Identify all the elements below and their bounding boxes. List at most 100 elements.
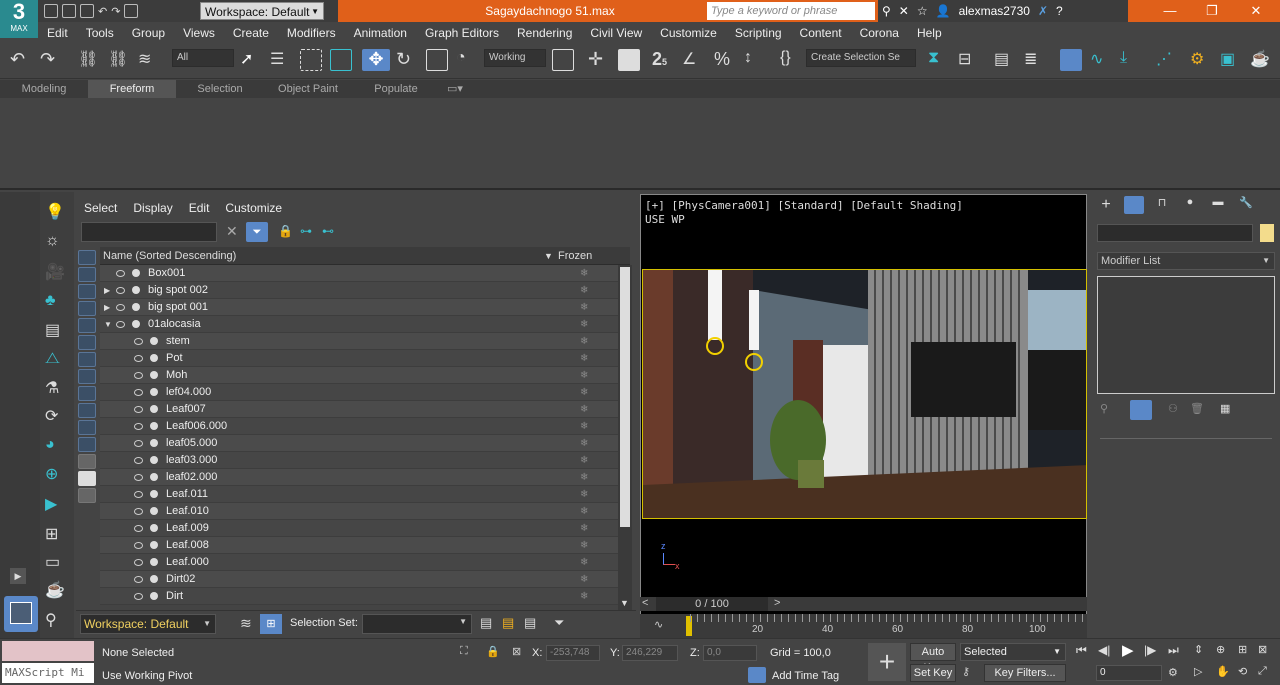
star-icon[interactable]: ☆ — [917, 4, 928, 18]
edit-named-selection-icon[interactable]: {} — [780, 49, 802, 71]
schematic-view-icon[interactable]: ⤓ — [1120, 49, 1142, 71]
time-counter[interactable]: 0 / 100 — [656, 597, 768, 611]
object-name[interactable]: Leaf.011 — [166, 486, 208, 503]
pivot-center-icon[interactable] — [552, 49, 574, 71]
visibility-eye-icon[interactable] — [134, 406, 143, 413]
viewport-label-text[interactable]: [+] [PhysCamera001] [Standard] [Default … — [645, 199, 963, 213]
z-coord-field[interactable]: 0,0 — [703, 645, 757, 661]
workspace-dropdown[interactable]: Workspace: Default ▼ — [200, 2, 324, 20]
visibility-eye-icon[interactable] — [134, 576, 143, 583]
menu-corona[interactable]: Corona — [851, 26, 908, 40]
visibility-eye-icon[interactable] — [134, 423, 143, 430]
visibility-eye-icon[interactable] — [134, 508, 143, 515]
frozen-snowflake-icon[interactable]: ❄ — [580, 554, 588, 571]
absolute-mode-icon[interactable]: ⊠ — [512, 645, 521, 658]
filter-icon[interactable]: ⏷ — [246, 222, 268, 242]
column-frozen-header[interactable]: Frozen — [558, 247, 592, 265]
modifier-stack[interactable] — [1097, 276, 1275, 394]
project-icon[interactable] — [124, 4, 139, 18]
maximize-viewport-icon[interactable]: ⤢ — [1258, 665, 1267, 678]
table-row[interactable]: lef04.000 ❄ — [100, 384, 618, 401]
table-row[interactable]: Dirt ❄ — [100, 588, 618, 605]
table-row[interactable]: Leaf006.000 ❄ — [100, 418, 618, 435]
key-selected-dropdown[interactable]: Selected ▼ — [960, 643, 1066, 661]
frozen-snowflake-icon[interactable]: ❄ — [580, 282, 588, 299]
layers-icon[interactable]: ≋ — [240, 615, 252, 632]
filter-shapes-icon[interactable] — [78, 267, 96, 282]
link-icon[interactable]: ⛓ — [78, 49, 100, 71]
save-icon[interactable] — [80, 4, 94, 18]
expand-toggle-icon[interactable]: ▼ — [104, 316, 112, 333]
maxscript-mini-listener[interactable]: MAXScript Mi — [2, 663, 94, 683]
named-selection-dropdown[interactable]: Create Selection Se — [806, 49, 916, 67]
show-end-result-icon[interactable] — [1130, 400, 1152, 420]
new-file-icon[interactable] — [44, 4, 58, 18]
selection-filter-dropdown[interactable]: All — [172, 49, 234, 67]
menu-graph-editors[interactable]: Graph Editors — [416, 26, 508, 40]
rendered-frame-icon[interactable]: ▣ — [1220, 49, 1242, 71]
create-set-icon[interactable]: ▤ — [480, 615, 492, 631]
visibility-eye-icon[interactable] — [134, 593, 143, 600]
redo-icon[interactable]: ↷ — [40, 49, 62, 71]
curve-editor-icon[interactable]: ∿ — [1090, 49, 1112, 71]
material-editor-icon[interactable]: ⋰ — [1156, 49, 1178, 71]
filter-lights-icon[interactable] — [78, 284, 96, 299]
pan-icon[interactable]: ✋ — [1216, 665, 1230, 678]
table-row[interactable]: ▼ 01alocasia ❄ — [100, 316, 618, 333]
maxscript-listener-output[interactable] — [2, 641, 94, 661]
help-icon[interactable]: ? — [1056, 4, 1063, 18]
play-icon[interactable]: ▶ — [1122, 641, 1134, 659]
tab-object-paint[interactable]: Object Paint — [264, 80, 352, 98]
sun-icon[interactable]: ☼ — [45, 232, 67, 252]
visibility-eye-icon[interactable] — [134, 457, 143, 464]
keyboard-shortcut-icon[interactable] — [618, 49, 640, 71]
table-row[interactable]: Pot ❄ — [100, 350, 618, 367]
tree-icon[interactable]: ♣ — [45, 292, 67, 312]
align-icon[interactable]: ⊟ — [958, 49, 980, 71]
visibility-eye-icon[interactable] — [134, 355, 143, 362]
pin-stack-icon[interactable]: ⚲ — [1100, 402, 1108, 415]
object-name[interactable]: leaf05.000 — [166, 435, 217, 452]
exchange-icon[interactable]: ✗ — [1038, 4, 1048, 18]
go-to-start-icon[interactable]: ⏮ — [1076, 643, 1087, 658]
object-name-input[interactable] — [1097, 224, 1253, 242]
key-mode-icon[interactable]: ⚷ — [962, 665, 970, 678]
filter-helpers-icon[interactable] — [78, 318, 96, 333]
menu-content[interactable]: Content — [791, 26, 851, 40]
bind-space-warp-icon[interactable]: ≋ — [138, 49, 160, 71]
track-bar[interactable]: ∿ 20 40 60 80 100 — [640, 614, 1087, 638]
frozen-snowflake-icon[interactable]: ❄ — [580, 418, 588, 435]
open-file-icon[interactable] — [62, 4, 76, 18]
select-object-icon[interactable]: ➚ — [240, 49, 262, 71]
spinner-snap-icon[interactable]: ↕ — [744, 49, 766, 71]
prev-frame-icon[interactable]: ◀| — [1098, 643, 1110, 657]
clear-search-icon[interactable]: ✕ — [226, 223, 238, 240]
menu-scripting[interactable]: Scripting — [726, 26, 791, 40]
configure-sets-icon[interactable]: ▦ — [1220, 402, 1230, 415]
list-icon[interactable]: ▤ — [45, 320, 67, 340]
filter-spacewarps-icon[interactable] — [78, 335, 96, 350]
scroll-down-icon[interactable]: ▼ — [620, 598, 629, 608]
percent-snap-icon[interactable]: % — [714, 49, 736, 71]
render-setup-icon[interactable]: ⚙ — [1190, 49, 1212, 71]
hierarchy-icon[interactable]: ⧍ — [45, 350, 67, 370]
table-row[interactable]: Dirt02 ❄ — [100, 571, 618, 588]
frame-icon[interactable]: ▭ — [45, 552, 67, 572]
hierarchy-tab-icon[interactable]: ⊓ — [1152, 196, 1172, 214]
visibility-eye-icon[interactable] — [116, 304, 125, 311]
object-name[interactable]: big spot 001 — [148, 299, 208, 316]
filter-hidden-icon[interactable] — [78, 437, 96, 452]
menu-animation[interactable]: Animation — [345, 26, 416, 40]
object-name[interactable]: Leaf.010 — [166, 503, 209, 520]
object-color-swatch[interactable] — [1260, 224, 1274, 242]
table-row[interactable]: Leaf007 ❄ — [100, 401, 618, 418]
camera-icon[interactable]: 🎥 — [45, 262, 67, 282]
placement-icon[interactable]: ◔ — [456, 49, 478, 71]
menu-create[interactable]: Create — [224, 26, 278, 40]
x-icon[interactable]: ✕ — [899, 4, 909, 18]
menu-tools[interactable]: Tools — [77, 26, 123, 40]
next-frame-icon[interactable]: |▶ — [1144, 643, 1156, 657]
object-name[interactable]: Leaf.000 — [166, 554, 209, 571]
tab-populate[interactable]: Populate — [352, 80, 440, 98]
menu-civil-view[interactable]: Civil View — [581, 26, 651, 40]
